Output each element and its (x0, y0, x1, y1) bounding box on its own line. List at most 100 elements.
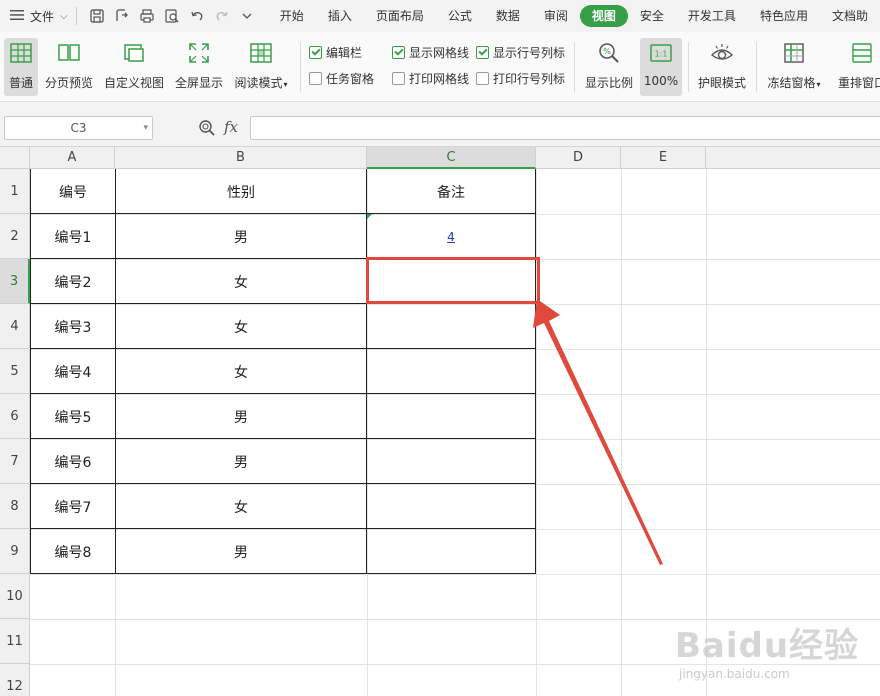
tab-doc-assistant[interactable]: 文档助 (820, 5, 880, 27)
task-pane-checkbox[interactable]: 任务窗格 (309, 70, 374, 86)
custom-view-label: 自定义视图 (104, 76, 165, 90)
custom-view-button[interactable]: 自定义视图 (104, 38, 164, 96)
tab-developer[interactable]: 开发工具 (676, 5, 748, 27)
cell-a1[interactable]: 编号 (31, 169, 115, 214)
cell-c1[interactable]: 备注 (367, 169, 535, 214)
cell-c2[interactable]: 4 (367, 214, 535, 259)
ribbon-separator (574, 42, 575, 92)
cell-a7[interactable]: 编号6 (31, 439, 115, 484)
cell-b6[interactable]: 男 (116, 394, 366, 439)
cell-b8[interactable]: 女 (116, 484, 366, 529)
page-break-preview-label: 分页预览 (44, 76, 93, 90)
export-icon (116, 9, 129, 21)
row-header-5[interactable]: 5 (0, 349, 30, 394)
cell-b7[interactable]: 男 (116, 439, 366, 484)
freeze-panes-button[interactable]: 冻结窗格▾ (764, 38, 824, 96)
row-header-11[interactable]: 11 (0, 619, 30, 664)
undo-button[interactable] (185, 3, 210, 29)
tab-formulas[interactable]: 公式 (436, 5, 484, 27)
cell-b3[interactable]: 女 (116, 259, 366, 304)
export-button[interactable] (110, 3, 135, 29)
print-headers-checkbox[interactable]: 打印行号列标 (476, 70, 565, 86)
print-preview-button[interactable] (160, 3, 185, 29)
cell-c6[interactable] (367, 394, 535, 439)
customize-quick-access-button[interactable] (235, 3, 260, 29)
cell-comment-indicator-icon (367, 214, 372, 219)
row-header-1[interactable]: 1 (0, 169, 30, 214)
zoom-100-button[interactable]: 1:1 100% (640, 38, 682, 96)
cell-a3[interactable]: 编号2 (31, 259, 115, 304)
eye-protection-button[interactable]: 护眼模式 (696, 38, 748, 96)
print-button[interactable] (135, 3, 160, 29)
cell-c4[interactable] (367, 304, 535, 349)
cell-c5[interactable] (367, 349, 535, 394)
annotation-highlight-box (366, 257, 540, 304)
formula-input[interactable] (250, 116, 880, 140)
row-header-6[interactable]: 6 (0, 394, 30, 439)
normal-view-button[interactable]: 普通 (4, 38, 38, 96)
rearrange-window-button[interactable]: 重排窗口 (832, 38, 880, 96)
cell-a8[interactable]: 编号7 (31, 484, 115, 529)
cell-a5[interactable]: 编号4 (31, 349, 115, 394)
tab-special-apps[interactable]: 特色应用 (748, 5, 820, 27)
insert-function-button[interactable]: fx (224, 118, 238, 136)
cell-a6[interactable]: 编号5 (31, 394, 115, 439)
column-header-d[interactable]: D (536, 147, 621, 169)
select-all-corner[interactable] (0, 147, 30, 169)
checkbox-checked-icon (309, 45, 322, 59)
normal-view-label: 普通 (8, 76, 33, 90)
cell-b4[interactable]: 女 (116, 304, 366, 349)
column-header-c[interactable]: C (367, 147, 536, 169)
tab-page-layout[interactable]: 页面布局 (364, 5, 436, 27)
page-break-preview-button[interactable]: 分页预览 (44, 38, 94, 96)
full-screen-button[interactable]: 全屏显示 (174, 38, 224, 96)
cell-c7[interactable] (367, 439, 535, 484)
cell-b1[interactable]: 性别 (116, 169, 366, 214)
cell-b2[interactable]: 男 (116, 214, 366, 259)
cell-a2[interactable]: 编号1 (31, 214, 115, 259)
column-header-a[interactable]: A (30, 147, 115, 169)
row-header-12[interactable]: 12 (0, 664, 30, 696)
file-menu-label: 文件 (30, 9, 55, 24)
name-box[interactable]: C3 ▾ (4, 116, 153, 140)
zoom-formula-icon[interactable] (198, 119, 216, 137)
formula-bar-checkbox[interactable]: 编辑栏 (309, 44, 362, 60)
ribbon-separator (300, 42, 301, 92)
tab-view[interactable]: 视图 (579, 5, 628, 27)
cell-a4[interactable]: 编号3 (31, 304, 115, 349)
file-menu[interactable]: 文件 ⌵ (0, 0, 68, 32)
full-screen-label: 全屏显示 (174, 76, 223, 90)
cell-b5[interactable]: 女 (116, 349, 366, 394)
cell-a9[interactable]: 编号8 (31, 529, 115, 574)
save-button[interactable] (85, 3, 110, 29)
tab-review[interactable]: 审阅 (532, 5, 580, 27)
ribbon-separator (756, 42, 757, 92)
reading-mode-label: 阅读模式▾ (234, 76, 288, 90)
chevron-down-icon: ▾ (283, 80, 288, 89)
cell-b9[interactable]: 男 (116, 529, 366, 574)
row-header-9[interactable]: 9 (0, 529, 30, 574)
cell-c8[interactable] (367, 484, 535, 529)
watermark-brand: Baidu经验 (675, 626, 860, 666)
show-headers-checkbox[interactable]: 显示行号列标 (476, 44, 565, 60)
cell-c9[interactable] (367, 529, 535, 574)
row-header-8[interactable]: 8 (0, 484, 30, 529)
tab-security[interactable]: 安全 (628, 5, 676, 27)
show-gridlines-checkbox[interactable]: 显示网格线 (392, 44, 469, 60)
row-header-2[interactable]: 2 (0, 214, 30, 259)
column-header-e[interactable]: E (621, 147, 706, 169)
zoom-button[interactable]: % 显示比例 (584, 38, 634, 96)
row-header-7[interactable]: 7 (0, 439, 30, 484)
row-header-4[interactable]: 4 (0, 304, 30, 349)
column-header-b[interactable]: B (115, 147, 367, 169)
save-icon (90, 9, 104, 23)
row-header-3[interactable]: 3 (0, 259, 30, 304)
spreadsheet-grid[interactable]: A B C D E 1 2 3 4 5 6 7 8 9 10 11 12 编号 … (0, 147, 880, 696)
print-gridlines-checkbox[interactable]: 打印网格线 (392, 70, 469, 86)
tab-insert[interactable]: 插入 (316, 5, 364, 27)
tab-home[interactable]: 开始 (268, 5, 316, 27)
redo-button[interactable] (210, 3, 235, 29)
tab-data[interactable]: 数据 (484, 5, 532, 27)
reading-mode-button[interactable]: 阅读模式▾ (232, 38, 290, 96)
row-header-10[interactable]: 10 (0, 574, 30, 619)
